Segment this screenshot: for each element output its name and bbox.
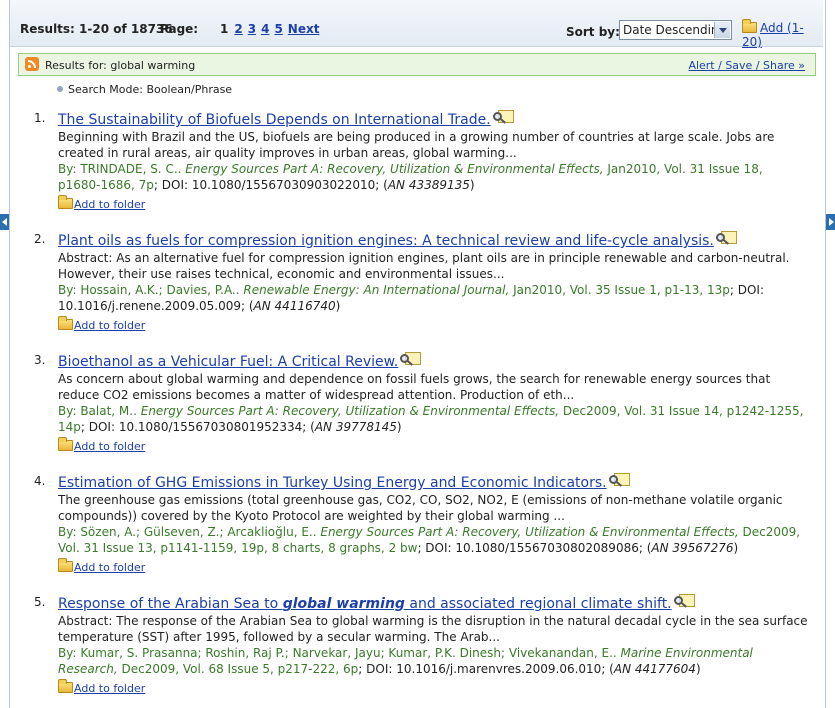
add-to-folder-link[interactable]: Add to folder bbox=[74, 319, 145, 332]
result-doi: ; DOI: 10.1080/15567030801952334; ( bbox=[80, 420, 315, 434]
preview-magnifier-icon[interactable] bbox=[673, 593, 695, 609]
result-number: 5. bbox=[34, 595, 46, 609]
result-title-link[interactable]: The Sustainability of Biofuels Depends o… bbox=[58, 112, 491, 128]
result-title-link[interactable]: Bioethanol as a Vehicular Fuel: A Critic… bbox=[58, 354, 398, 370]
result-citation: By: Sözen, A.; Gülseven, Z.; Arcaklioğlu… bbox=[58, 525, 801, 555]
folder-icon bbox=[58, 558, 73, 572]
folder-icon bbox=[742, 19, 757, 33]
add-to-folder[interactable]: Add to folder bbox=[58, 195, 808, 211]
results-toolbar: Results: 1-20 of 18736 Page: 1 2 3 4 5 Next S… bbox=[10, 0, 823, 49]
result-source: Energy Sources Part A: Recovery, Utiliza… bbox=[140, 404, 560, 418]
page-link-2[interactable]: 2 bbox=[234, 22, 242, 36]
result-accession-number: AN 43389135 bbox=[387, 178, 470, 192]
result-accession-number: AN 44116740 bbox=[253, 299, 336, 313]
result-doi: ; DOI: 10.1080/15567030802089086; ( bbox=[417, 541, 652, 555]
current-page: 1 bbox=[220, 22, 229, 36]
result-authors: By: Kumar, S. Prasanna; Roshin, Raj P.; … bbox=[58, 646, 621, 660]
highlighted-search-term: global warming bbox=[282, 596, 405, 612]
add-to-folder[interactable]: Add to folder bbox=[58, 316, 808, 332]
page-link-4[interactable]: 4 bbox=[261, 22, 269, 36]
result-abstract: As concern about global warming and depe… bbox=[58, 372, 771, 402]
page-label: Page: bbox=[160, 22, 199, 36]
collapse-right-arrow-icon[interactable] bbox=[826, 214, 835, 230]
sort-label: Sort by: bbox=[566, 25, 620, 39]
results-count: Results: 1-20 of 18736 bbox=[20, 22, 173, 36]
preview-magnifier-icon[interactable] bbox=[492, 109, 514, 125]
result-citation: By: Kumar, S. Prasanna; Roshin, Raj P.; … bbox=[58, 646, 753, 676]
result-number: 4. bbox=[34, 474, 46, 488]
search-mode: Search Mode: Boolean/Phrase bbox=[57, 83, 232, 96]
folder-icon bbox=[58, 437, 73, 451]
result-number: 2. bbox=[34, 232, 46, 246]
next-page-link[interactable]: Next bbox=[288, 22, 320, 36]
result-details: Dec2009, Vol. 68 Issue 5, p217-222, 6p bbox=[117, 662, 359, 676]
result-citation: By: Hossain, A.K.; Davies, P.A.. Renewab… bbox=[58, 283, 765, 313]
sort-select[interactable]: Date Descending bbox=[619, 20, 732, 40]
result-accession-number: AN 44177604 bbox=[613, 662, 696, 676]
page-link-5[interactable]: 5 bbox=[274, 22, 282, 36]
add-to-folder[interactable]: Add to folder bbox=[58, 679, 808, 695]
pagination: 1 2 3 4 5 Next bbox=[220, 22, 324, 36]
results-for-text: Results for: global warming bbox=[45, 59, 196, 72]
folder-icon bbox=[58, 679, 73, 693]
result-number: 1. bbox=[34, 111, 46, 125]
result-number: 3. bbox=[34, 353, 46, 367]
page-link-3[interactable]: 3 bbox=[248, 22, 256, 36]
add-to-folder-link[interactable]: Add to folder bbox=[74, 198, 145, 211]
preview-magnifier-icon[interactable] bbox=[400, 351, 422, 367]
result-title-link[interactable]: Response of the Arabian Sea to global wa… bbox=[58, 596, 672, 612]
result-citation: By: TRINDADE, S. C.. Energy Sources Part… bbox=[58, 162, 763, 192]
result-abstract: Abstract: As an alternative fuel for com… bbox=[58, 251, 790, 281]
add-all-to-folder[interactable]: Add (1-20) bbox=[742, 19, 823, 49]
bullet-icon bbox=[57, 86, 63, 92]
result-citation: By: Balat, M.. Energy Sources Part A: Re… bbox=[58, 404, 804, 434]
result-doi: ; DOI: 10.1016/j.marenvres.2009.06.010; … bbox=[358, 662, 614, 676]
folder-icon bbox=[58, 316, 73, 330]
preview-magnifier-icon[interactable] bbox=[608, 472, 630, 488]
add-to-folder-link[interactable]: Add to folder bbox=[74, 682, 145, 695]
result-abstract: The greenhouse gas emissions (total gree… bbox=[58, 493, 783, 523]
collapse-left-arrow-icon[interactable] bbox=[0, 214, 9, 230]
result-source: Renewable Energy: An International Journ… bbox=[243, 283, 510, 297]
result-accession-number: AN 39567276 bbox=[651, 541, 734, 555]
search-summary-bar: Results for: global warming Alert / Save… bbox=[18, 53, 816, 76]
result-abstract: Beginning with Brazil and the US, biofue… bbox=[58, 130, 775, 160]
preview-magnifier-icon[interactable] bbox=[715, 230, 737, 246]
result-details: Jan2010, Vol. 35 Issue 1, p1-13, 13p bbox=[509, 283, 730, 297]
result-source: Energy Sources Part A: Recovery, Utiliza… bbox=[320, 525, 739, 539]
add-to-folder[interactable]: Add to folder bbox=[58, 437, 808, 453]
result-authors: By: TRINDADE, S. C.. bbox=[58, 162, 186, 176]
result-source: Energy Sources Part A: Recovery, Utiliza… bbox=[185, 162, 604, 176]
search-mode-text: Search Mode: Boolean/Phrase bbox=[68, 83, 233, 96]
result-authors: By: Balat, M.. bbox=[58, 404, 141, 418]
sort-selected-value: Date Descending bbox=[623, 23, 727, 37]
add-to-folder-link[interactable]: Add to folder bbox=[74, 440, 145, 453]
result-title-link[interactable]: Plant oils as fuels for compression igni… bbox=[58, 233, 714, 249]
result-title-link[interactable]: Estimation of GHG Emissions in Turkey Us… bbox=[58, 475, 607, 491]
result-abstract: Abstract: The response of the Arabian Se… bbox=[58, 614, 808, 644]
result-authors: By: Hossain, A.K.; Davies, P.A.. bbox=[58, 283, 244, 297]
chevron-down-icon[interactable] bbox=[714, 22, 730, 38]
alert-save-share-link[interactable]: Alert / Save / Share » bbox=[688, 59, 805, 72]
result-accession-number: AN 39778145 bbox=[314, 420, 397, 434]
folder-icon bbox=[58, 195, 73, 209]
rss-icon[interactable] bbox=[25, 57, 39, 71]
add-to-folder-link[interactable]: Add to folder bbox=[74, 561, 145, 574]
result-authors: By: Sözen, A.; Gülseven, Z.; Arcaklioğlu… bbox=[58, 525, 321, 539]
result-doi: ; DOI: 10.1080/15567030903022010; ( bbox=[153, 178, 388, 192]
add-to-folder[interactable]: Add to folder bbox=[58, 558, 808, 574]
